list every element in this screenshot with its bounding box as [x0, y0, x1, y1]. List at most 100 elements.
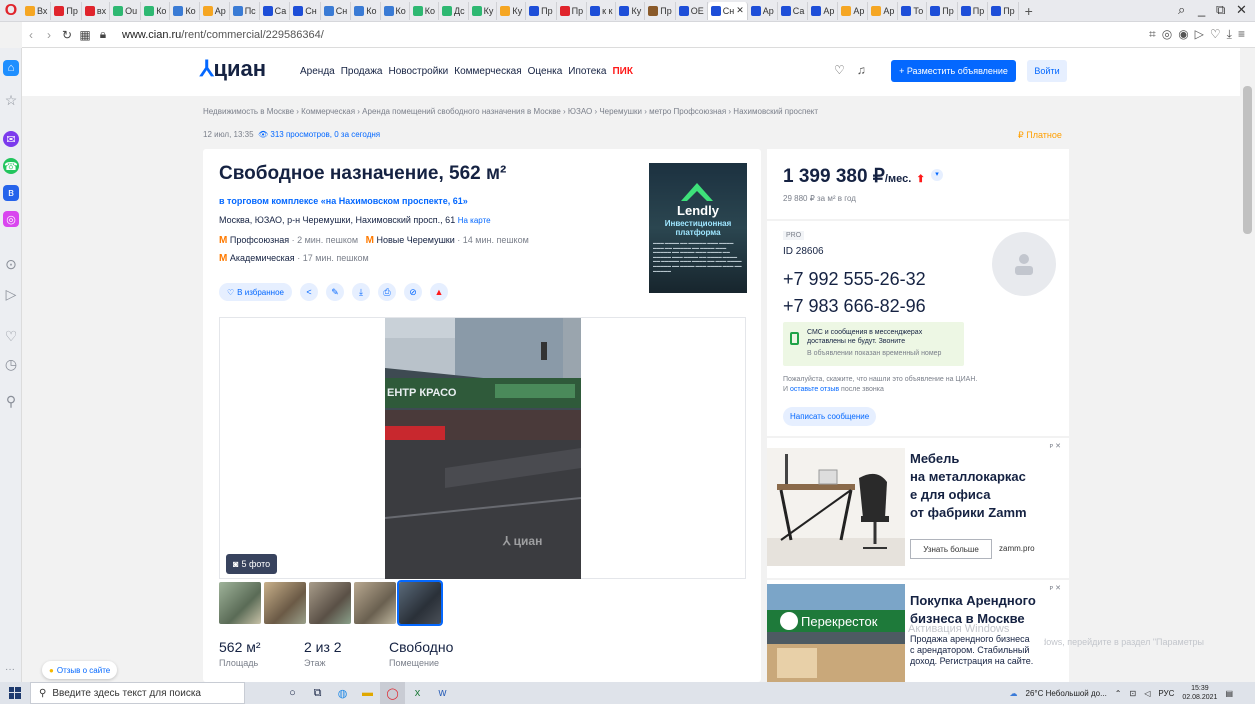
browser-tab[interactable]: к к — [587, 1, 617, 20]
browser-tab[interactable]: Ко — [381, 1, 410, 20]
agent-id[interactable]: ID 28606 — [783, 246, 824, 257]
nav-pik[interactable]: ПИК — [612, 66, 632, 77]
lendly-ad-banner[interactable]: Lendly Инвестиционная платформа ▬▬▬ ▬▬▬▬ … — [649, 163, 747, 293]
browser-tab[interactable]: Ар — [838, 1, 869, 20]
cortana-icon[interactable]: ○ — [280, 682, 305, 704]
browser-tab[interactable]: Ку — [616, 1, 646, 20]
bookmarks-star-icon[interactable]: ☆ — [3, 92, 19, 109]
nav-sale[interactable]: Продажа — [341, 66, 383, 77]
ad-domain[interactable]: zamm.pro — [999, 544, 1035, 553]
on-map-link[interactable]: На карте — [458, 216, 491, 225]
share-icon[interactable]: < — [300, 283, 318, 301]
volume-icon[interactable]: ◁ — [1144, 689, 1150, 698]
scrollbar-thumb[interactable] — [1243, 86, 1252, 234]
maximize-icon[interactable]: ⧉ — [1216, 2, 1225, 18]
browser-tab[interactable]: вх — [82, 1, 111, 20]
favorites-heart-icon[interactable]: ♡ — [3, 328, 19, 345]
snapshot-icon[interactable]: ⌗ — [1149, 27, 1156, 42]
speed-dial-icon[interactable]: ▦ — [76, 28, 94, 42]
print-icon[interactable]: ⎙ — [378, 283, 396, 301]
browser-tab[interactable]: ОЕ — [676, 1, 708, 20]
browser-tab[interactable]: Пр — [51, 1, 82, 20]
browser-tab[interactable]: Ко — [170, 1, 200, 20]
browser-tab[interactable]: Сн — [321, 1, 352, 20]
report-warning-icon[interactable]: ▲ — [430, 283, 448, 301]
download-icon[interactable]: ⤓ — [1227, 27, 1232, 42]
new-tab-icon[interactable]: + — [1019, 3, 1039, 19]
metro-station-1[interactable]: М Профсоюзная · 2 мин. пешком М Новые Че… — [219, 235, 529, 246]
breadcrumb[interactable]: Недвижимость в Москве › Коммерческая › А… — [203, 107, 818, 116]
excel-icon[interactable]: x — [405, 682, 430, 704]
nav-commercial[interactable]: Коммерческая — [454, 66, 521, 77]
edit-pencil-icon[interactable]: ✎ — [326, 283, 344, 301]
browser-tab[interactable]: Са — [778, 1, 809, 20]
browser-tab[interactable]: Пр — [927, 1, 958, 20]
browser-tab[interactable]: Ар — [200, 1, 230, 20]
page-scrollbar[interactable] — [1240, 48, 1255, 682]
photo-thumbnail-3[interactable] — [309, 582, 351, 624]
vk-icon[interactable]: в — [3, 185, 19, 201]
bookmark-heart-icon[interactable]: ♡ — [1210, 27, 1221, 42]
word-icon[interactable]: w — [430, 682, 455, 704]
weather-text[interactable]: 26°C Небольшой до... — [1026, 689, 1107, 698]
nav-new-buildings[interactable]: Новостройки — [388, 66, 448, 77]
messenger-icon[interactable]: ✉ — [3, 131, 19, 147]
zamm-ad[interactable]: ᴘ ✕ Мебель на металлокаркас е для офиса от … — [767, 438, 1069, 578]
shopping-center-link[interactable]: в торговом комплексе «на Нахимовском про… — [219, 196, 468, 206]
windows-start-icon[interactable] — [0, 682, 30, 704]
browser-tab[interactable]: Ко — [351, 1, 381, 20]
sidebar-more-icon[interactable]: ··· — [5, 664, 15, 675]
browser-tab[interactable]: Пр — [526, 1, 557, 20]
flow-icon[interactable]: ▷ — [3, 286, 19, 303]
language-indicator[interactable]: РУС — [1158, 689, 1174, 698]
close-tab-icon[interactable]: ✕ — [736, 5, 744, 16]
browser-tab[interactable]: Ар — [748, 1, 778, 20]
photo-thumbnail-5[interactable] — [397, 580, 443, 626]
browser-tab[interactable]: Пр — [958, 1, 989, 20]
add-to-favorites-button[interactable]: ♡ В избранное — [219, 283, 292, 301]
cian-logo[interactable]: ⅄циан — [200, 56, 266, 82]
camera-icon[interactable]: ◎ — [1162, 27, 1172, 42]
favorites-icon[interactable]: ♡ — [834, 63, 845, 77]
browser-tab[interactable]: Дс — [439, 1, 469, 20]
browser-tab[interactable]: Ар — [868, 1, 899, 20]
avatar[interactable] — [992, 232, 1056, 296]
browser-tab[interactable]: То — [898, 1, 928, 20]
write-message-button[interactable]: Написать сообщение — [783, 407, 877, 426]
taskbar-search-input[interactable]: ⚲ Введите здесь текст для поиска — [30, 682, 245, 704]
login-button[interactable]: Войти — [1027, 60, 1067, 82]
history-icon[interactable]: ◷ — [3, 356, 19, 373]
ad-close-icon-2[interactable]: ᴘ ✕ — [1050, 584, 1061, 592]
site-feedback-button[interactable]: ● Отзыв о сайте — [42, 661, 118, 679]
browser-tab[interactable]: Сн ✕ — [707, 1, 748, 20]
download-pdf-icon[interactable]: ⤓ — [352, 283, 370, 301]
ad-close-icon[interactable]: ᴘ ✕ — [1050, 442, 1061, 450]
home-icon[interactable]: ⌂ — [3, 60, 19, 76]
views-count[interactable]: 313 просмотров, 0 за сегодня — [270, 130, 380, 139]
photo-count-badge[interactable]: ◙ 5 фото — [226, 554, 278, 574]
browser-tab[interactable]: Пс — [230, 1, 260, 20]
url-field[interactable]: www.cian.ru/rent/commercial/229586364/ — [122, 29, 324, 41]
task-view-icon[interactable]: ⧉ — [305, 682, 330, 704]
browser-tab[interactable]: Пр — [557, 1, 588, 20]
photo-gallery[interactable]: ЕНТР КРАСО ⅄ циан ◙ 5 фото — [219, 317, 746, 579]
browser-tab[interactable]: Пр — [645, 1, 676, 20]
nav-valuation[interactable]: Оценка — [528, 66, 563, 77]
minimize-icon[interactable]: _ — [1198, 2, 1205, 17]
instagram-icon[interactable]: ◎ — [3, 211, 19, 227]
clock[interactable]: 15:39 02.08.2021 — [1182, 684, 1217, 702]
tray-chevron-icon[interactable]: ⌃ — [1115, 689, 1122, 698]
nav-mortgage[interactable]: Ипотека — [568, 66, 606, 77]
metro-station-3[interactable]: М Академическая · 17 мин. пешком — [219, 253, 369, 264]
browser-tab[interactable]: Вх — [22, 1, 52, 20]
browser-tab[interactable]: Ку — [497, 1, 527, 20]
browser-tab[interactable]: Сн — [290, 1, 321, 20]
back-icon[interactable]: ‹ — [22, 28, 40, 42]
network-icon[interactable]: ⊡ — [1130, 689, 1137, 698]
close-window-icon[interactable]: ✕ — [1236, 2, 1247, 18]
edge-icon[interactable]: ◍ — [330, 682, 355, 704]
hide-listing-icon[interactable]: ⊘ — [404, 283, 422, 301]
browser-tab[interactable]: Са — [260, 1, 291, 20]
nav-rent[interactable]: Аренда — [300, 66, 335, 77]
search-tabs-icon[interactable]: ⌕ — [1178, 2, 1185, 18]
